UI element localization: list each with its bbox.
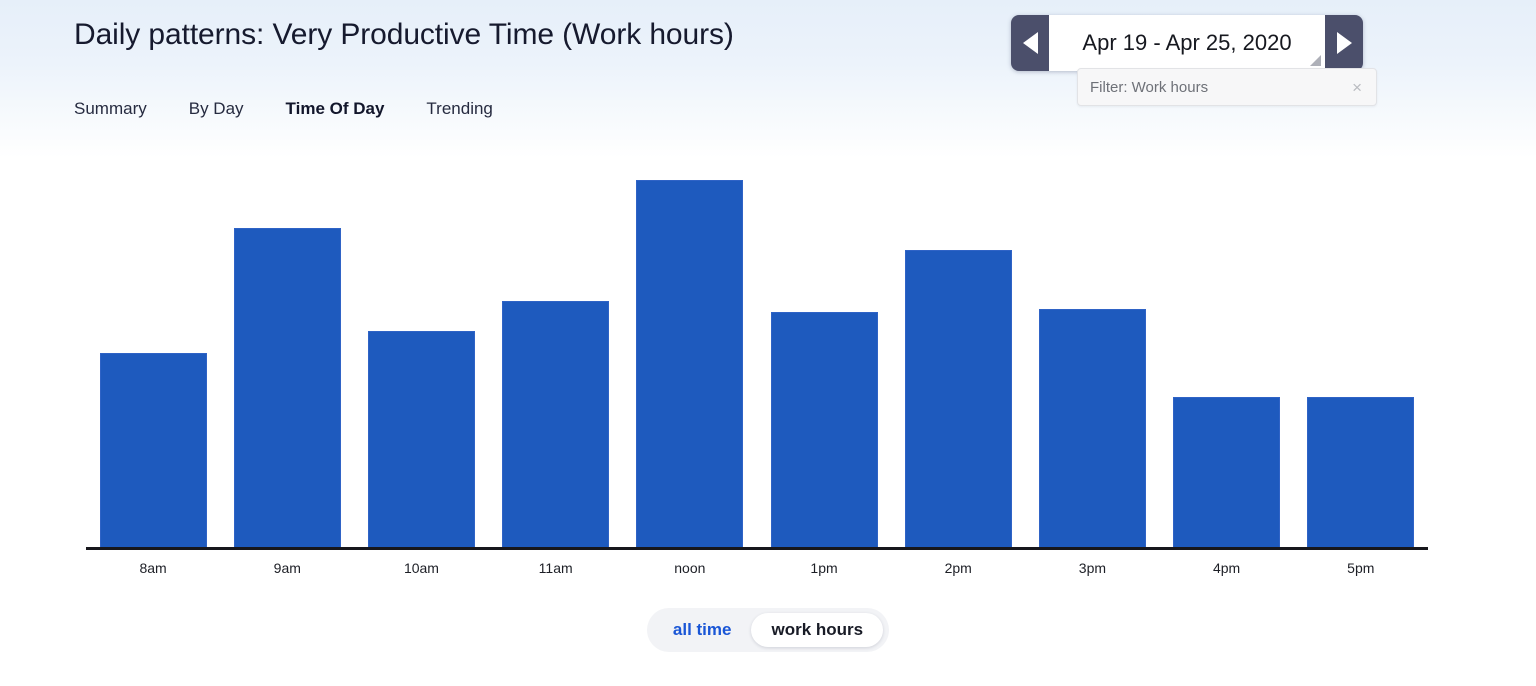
- x-label-11am: 11am: [538, 560, 573, 576]
- tab-bar: Summary By Day Time Of Day Trending: [74, 99, 493, 119]
- x-label-10am: 10am: [403, 560, 439, 576]
- bar-slot: [489, 180, 623, 548]
- filter-label: Filter: Work hours: [1090, 78, 1209, 96]
- bar-slot: [1294, 180, 1428, 548]
- resize-handle-icon[interactable]: [1310, 55, 1321, 66]
- range-toggle: all time work hours: [646, 608, 890, 652]
- date-range-field[interactable]: Apr 19 - Apr 25, 2020: [1049, 15, 1325, 71]
- x-label-9am: 9am: [273, 560, 301, 576]
- bar-10am[interactable]: [367, 330, 475, 548]
- x-label-2pm: 2pm: [944, 560, 972, 576]
- x-axis-line: [86, 547, 1428, 550]
- triangle-left-icon: [1022, 32, 1038, 54]
- bar-slot: [354, 180, 488, 548]
- tab-time-of-day[interactable]: Time Of Day: [286, 99, 385, 119]
- bar-slot: [623, 180, 757, 548]
- time-of-day-chart: 8am 9am 10am 11am noon 1pm 2pm 3pm 4pm 5pm: [0, 158, 1536, 598]
- bar-8am[interactable]: [99, 352, 207, 548]
- toggle-all-time[interactable]: all time: [653, 613, 752, 647]
- daily-patterns-page: Daily patterns: Very Productive Time (Wo…: [0, 0, 1536, 686]
- tab-by-day[interactable]: By Day: [189, 99, 244, 119]
- bar-slot: [220, 180, 354, 548]
- x-label-8am: 8am: [139, 560, 167, 576]
- bar-9am[interactable]: [233, 227, 341, 548]
- previous-period-button[interactable]: [1011, 15, 1049, 71]
- x-label-1pm: 1pm: [810, 560, 838, 576]
- x-label-4pm: 4pm: [1212, 560, 1241, 576]
- bar-noon[interactable]: [636, 180, 744, 548]
- bar-slot: [1160, 180, 1294, 548]
- x-axis-labels: 8am 9am 10am 11am noon 1pm 2pm 3pm 4pm 5pm: [86, 560, 1428, 576]
- tab-summary[interactable]: Summary: [74, 99, 147, 119]
- x-label-noon: noon: [674, 560, 706, 576]
- bar-slot: [1025, 180, 1159, 548]
- range-toggle-container: all time work hours: [0, 608, 1536, 652]
- bar-series: [86, 180, 1428, 548]
- bar-11am[interactable]: [502, 301, 610, 548]
- toggle-work-hours[interactable]: work hours: [751, 613, 884, 647]
- bar-3pm[interactable]: [1038, 308, 1146, 548]
- x-label-5pm: 5pm: [1347, 560, 1375, 576]
- chart-plot-area: [86, 180, 1428, 548]
- date-range-picker: Apr 19 - Apr 25, 2020: [1011, 15, 1363, 71]
- next-period-button[interactable]: [1325, 15, 1363, 71]
- x-label-3pm: 3pm: [1078, 560, 1107, 576]
- date-range-value: Apr 19 - Apr 25, 2020: [1082, 30, 1292, 55]
- tab-trending[interactable]: Trending: [426, 99, 492, 119]
- close-icon[interactable]: ×: [1352, 79, 1362, 96]
- bar-1pm[interactable]: [770, 312, 878, 548]
- bar-4pm[interactable]: [1173, 397, 1281, 548]
- filter-chip[interactable]: Filter: Work hours ×: [1077, 68, 1377, 106]
- page-title: Daily patterns: Very Productive Time (Wo…: [74, 18, 734, 51]
- page-header: Daily patterns: Very Productive Time (Wo…: [0, 0, 1536, 158]
- bar-5pm[interactable]: [1307, 397, 1415, 548]
- bar-2pm[interactable]: [904, 249, 1012, 548]
- bar-slot: [86, 180, 220, 548]
- bar-slot: [891, 180, 1025, 548]
- bar-slot: [757, 180, 891, 548]
- triangle-right-icon: [1336, 32, 1352, 54]
